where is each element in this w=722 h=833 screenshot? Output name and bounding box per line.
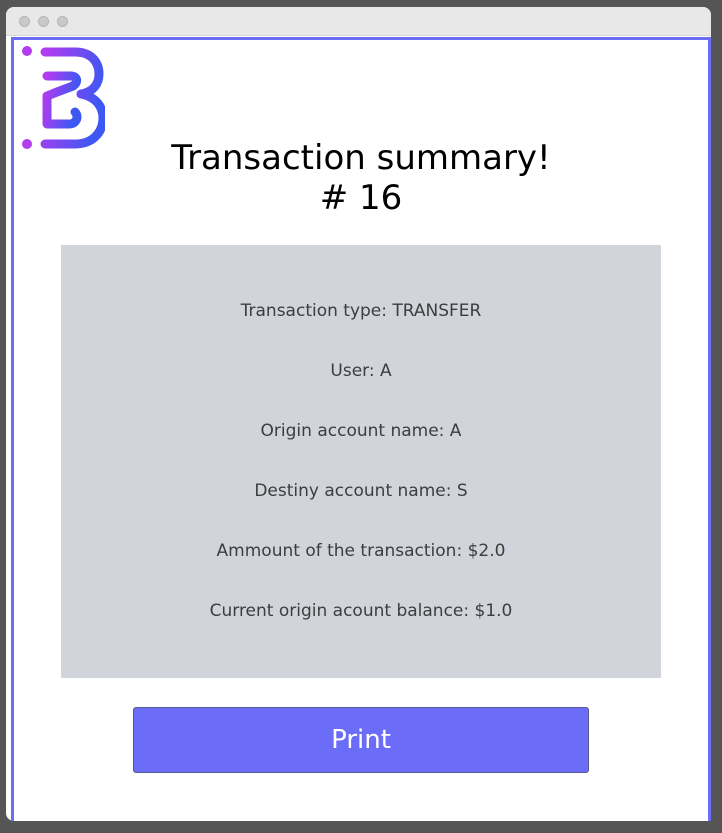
transaction-details-panel: Transaction type: TRANSFER User: A Origi… <box>61 245 661 678</box>
transaction-type-label: Transaction type: TRANSFER <box>240 301 482 321</box>
amount-label: Ammount of the transaction: $2.0 <box>216 541 506 561</box>
balance-label: Current origin acount balance: $1.0 <box>209 601 513 621</box>
user-label: User: A <box>330 361 392 381</box>
close-window-button[interactable] <box>19 16 30 27</box>
bank-logo-icon <box>22 46 105 149</box>
zoom-window-button[interactable] <box>57 16 68 27</box>
transaction-number: # 16 <box>319 178 403 218</box>
origin-account-label: Origin account name: A <box>260 421 462 441</box>
title-bar <box>6 7 711 36</box>
print-button[interactable]: Print <box>133 707 589 773</box>
destiny-account-label: Destiny account name: S <box>254 481 468 501</box>
minimize-window-button[interactable] <box>38 16 49 27</box>
page-title: Transaction summary! <box>171 138 551 178</box>
